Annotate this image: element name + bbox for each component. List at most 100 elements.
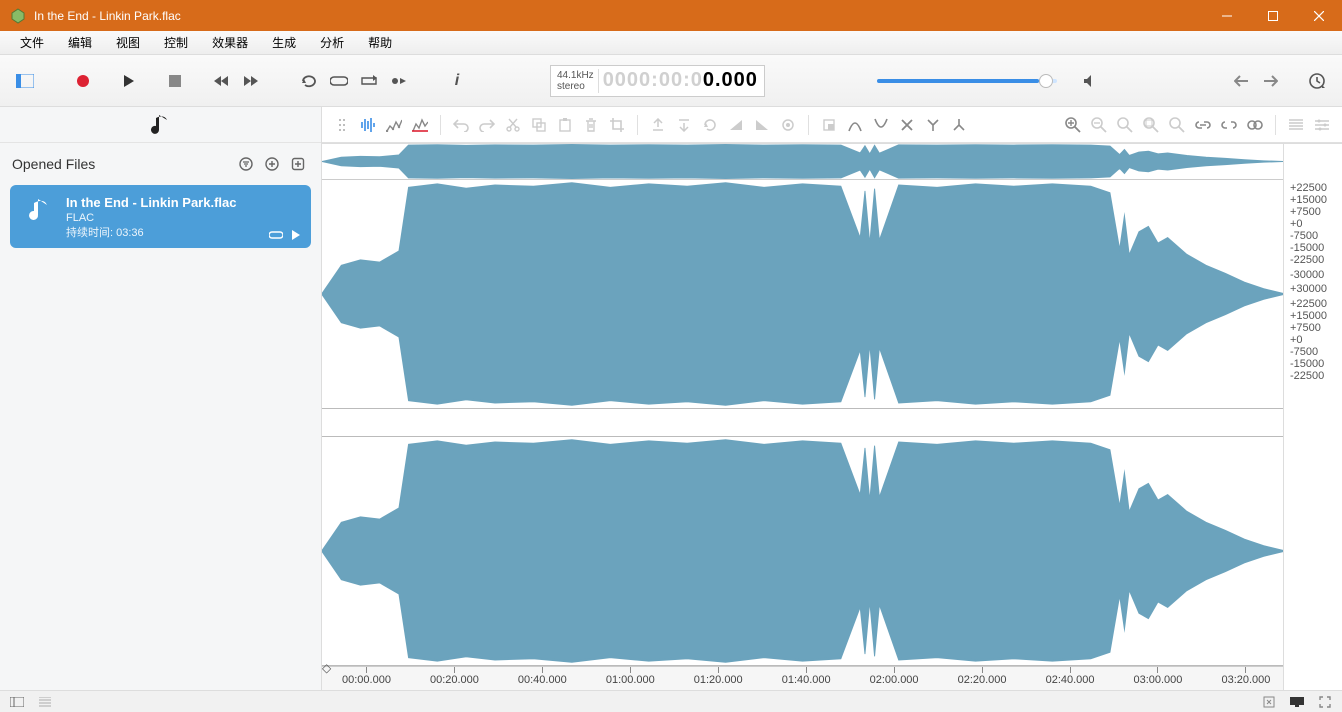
menu-generate[interactable]: 生成 <box>260 34 308 51</box>
cross-button[interactable] <box>895 113 919 137</box>
timeline-tick: 02:00.000 <box>870 667 919 690</box>
back-button[interactable] <box>1228 68 1254 94</box>
zoom-selection-button[interactable] <box>1113 113 1137 137</box>
copy-button[interactable] <box>527 113 551 137</box>
menu-file[interactable]: 文件 <box>8 34 56 51</box>
menu-control[interactable]: 控制 <box>152 34 200 51</box>
grid-icon[interactable] <box>36 693 54 711</box>
editor-toolbar <box>322 107 1342 143</box>
history-button[interactable] <box>1304 68 1330 94</box>
play-icon[interactable] <box>291 230 301 240</box>
record-monitor-button[interactable] <box>386 68 412 94</box>
cut-button[interactable] <box>501 113 525 137</box>
menu-effects[interactable]: 效果器 <box>200 34 260 51</box>
timeline-tick: 02:20.000 <box>958 667 1007 690</box>
playhead-marker-icon[interactable]: ◇ <box>322 661 331 675</box>
reset-button[interactable] <box>698 113 722 137</box>
overview-waveform[interactable] <box>322 144 1283 180</box>
paste-button[interactable] <box>553 113 577 137</box>
app-icon <box>8 6 28 26</box>
menu-view[interactable]: 视图 <box>104 34 152 51</box>
zoom-all-button[interactable] <box>1165 113 1189 137</box>
speaker-icon[interactable] <box>1077 68 1103 94</box>
sidebar-header: Opened Files <box>0 143 321 183</box>
undo-button[interactable] <box>449 113 473 137</box>
channel-settings-button[interactable] <box>1243 113 1267 137</box>
zoom-in-button[interactable] <box>1061 113 1085 137</box>
volume-slider[interactable] <box>877 79 1057 83</box>
sidebar: Opened Files In the End - Linkin Park.fl… <box>0 107 322 690</box>
spectral-view-button[interactable] <box>382 113 406 137</box>
transport-toolbar: i 44.1kHz stereo 0000:00:00.000 <box>0 55 1342 107</box>
merge-button[interactable] <box>947 113 971 137</box>
layout-icon[interactable] <box>8 693 26 711</box>
delete-button[interactable] <box>579 113 603 137</box>
redo-button[interactable] <box>475 113 499 137</box>
link-channels-button[interactable] <box>1191 113 1215 137</box>
time-display[interactable]: 44.1kHz stereo 0000:00:00.000 <box>550 65 765 97</box>
timeline-tick: 03:00.000 <box>1133 667 1182 690</box>
sidebar-top <box>0 107 321 143</box>
rewind-button[interactable] <box>208 68 234 94</box>
settings-button[interactable] <box>1310 113 1334 137</box>
spectrogram-view-button[interactable] <box>408 113 432 137</box>
snap-icon[interactable] <box>1260 693 1278 711</box>
loop-button[interactable] <box>296 68 322 94</box>
forward-button[interactable] <box>238 68 264 94</box>
repeat-button[interactable] <box>356 68 382 94</box>
monitor-icon[interactable] <box>1288 693 1306 711</box>
file-card[interactable]: In the End - Linkin Park.flac FLAC 持续时间:… <box>10 185 311 248</box>
drag-handle-icon[interactable] <box>330 113 354 137</box>
zoom-out-button[interactable] <box>1087 113 1111 137</box>
envelope-down-button[interactable] <box>869 113 893 137</box>
toggle-sidebar-button[interactable] <box>12 68 38 94</box>
curve-tool-button[interactable] <box>843 113 867 137</box>
fade-in-button[interactable] <box>724 113 748 137</box>
close-button[interactable] <box>1296 0 1342 31</box>
menu-analyze[interactable]: 分析 <box>308 34 356 51</box>
timeline[interactable]: ◇ 00:00.00000:20.00000:40.00001:00.00001… <box>322 666 1283 690</box>
expand-icon[interactable] <box>1316 693 1334 711</box>
timeline-tick: 00:40.000 <box>518 667 567 690</box>
channels-label: stereo <box>557 81 594 92</box>
marker-button[interactable] <box>817 113 841 137</box>
music-note-icon <box>150 112 172 138</box>
normalize-button[interactable] <box>776 113 800 137</box>
left-channel-waveform[interactable] <box>322 180 1283 409</box>
new-file-button[interactable] <box>287 153 309 175</box>
play-button[interactable] <box>116 68 142 94</box>
menu-help[interactable]: 帮助 <box>356 34 404 51</box>
time-value: 0000:00:00.000 <box>603 69 758 93</box>
amplitude-scale: +22500+15000+7500+0-7500-15000-22500 -30… <box>1284 144 1342 690</box>
fade-out-button[interactable] <box>750 113 774 137</box>
menubar: 文件 编辑 视图 控制 效果器 生成 分析 帮助 <box>0 31 1342 55</box>
right-channel-waveform[interactable] <box>322 437 1283 666</box>
trim-end-button[interactable] <box>672 113 696 137</box>
unlink-channels-button[interactable] <box>1217 113 1241 137</box>
loop-selection-button[interactable] <box>326 68 352 94</box>
waveform-view-button[interactable] <box>356 113 380 137</box>
statusbar <box>0 690 1342 712</box>
opened-files-label: Opened Files <box>12 156 95 172</box>
stop-button[interactable] <box>162 68 188 94</box>
channel-gap <box>322 409 1283 437</box>
trim-start-button[interactable] <box>646 113 670 137</box>
timeline-tick: 01:20.000 <box>694 667 743 690</box>
loop-icon[interactable] <box>269 230 283 240</box>
record-button[interactable] <box>70 68 96 94</box>
editor: ◇ 00:00.00000:20.00000:40.00001:00.00001… <box>322 107 1342 690</box>
file-format: FLAC <box>66 212 236 224</box>
menu-edit[interactable]: 编辑 <box>56 34 104 51</box>
add-file-button[interactable] <box>261 153 283 175</box>
zoom-fit-button[interactable] <box>1139 113 1163 137</box>
crop-button[interactable] <box>605 113 629 137</box>
maximize-button[interactable] <box>1250 0 1296 31</box>
list-view-button[interactable] <box>1284 113 1308 137</box>
timeline-tick: 01:00.000 <box>606 667 655 690</box>
minimize-button[interactable] <box>1204 0 1250 31</box>
filter-button[interactable] <box>235 153 257 175</box>
info-button[interactable]: i <box>444 68 470 94</box>
sample-rate-label: 44.1kHz <box>557 70 594 81</box>
split-button[interactable] <box>921 113 945 137</box>
next-button[interactable] <box>1258 68 1284 94</box>
